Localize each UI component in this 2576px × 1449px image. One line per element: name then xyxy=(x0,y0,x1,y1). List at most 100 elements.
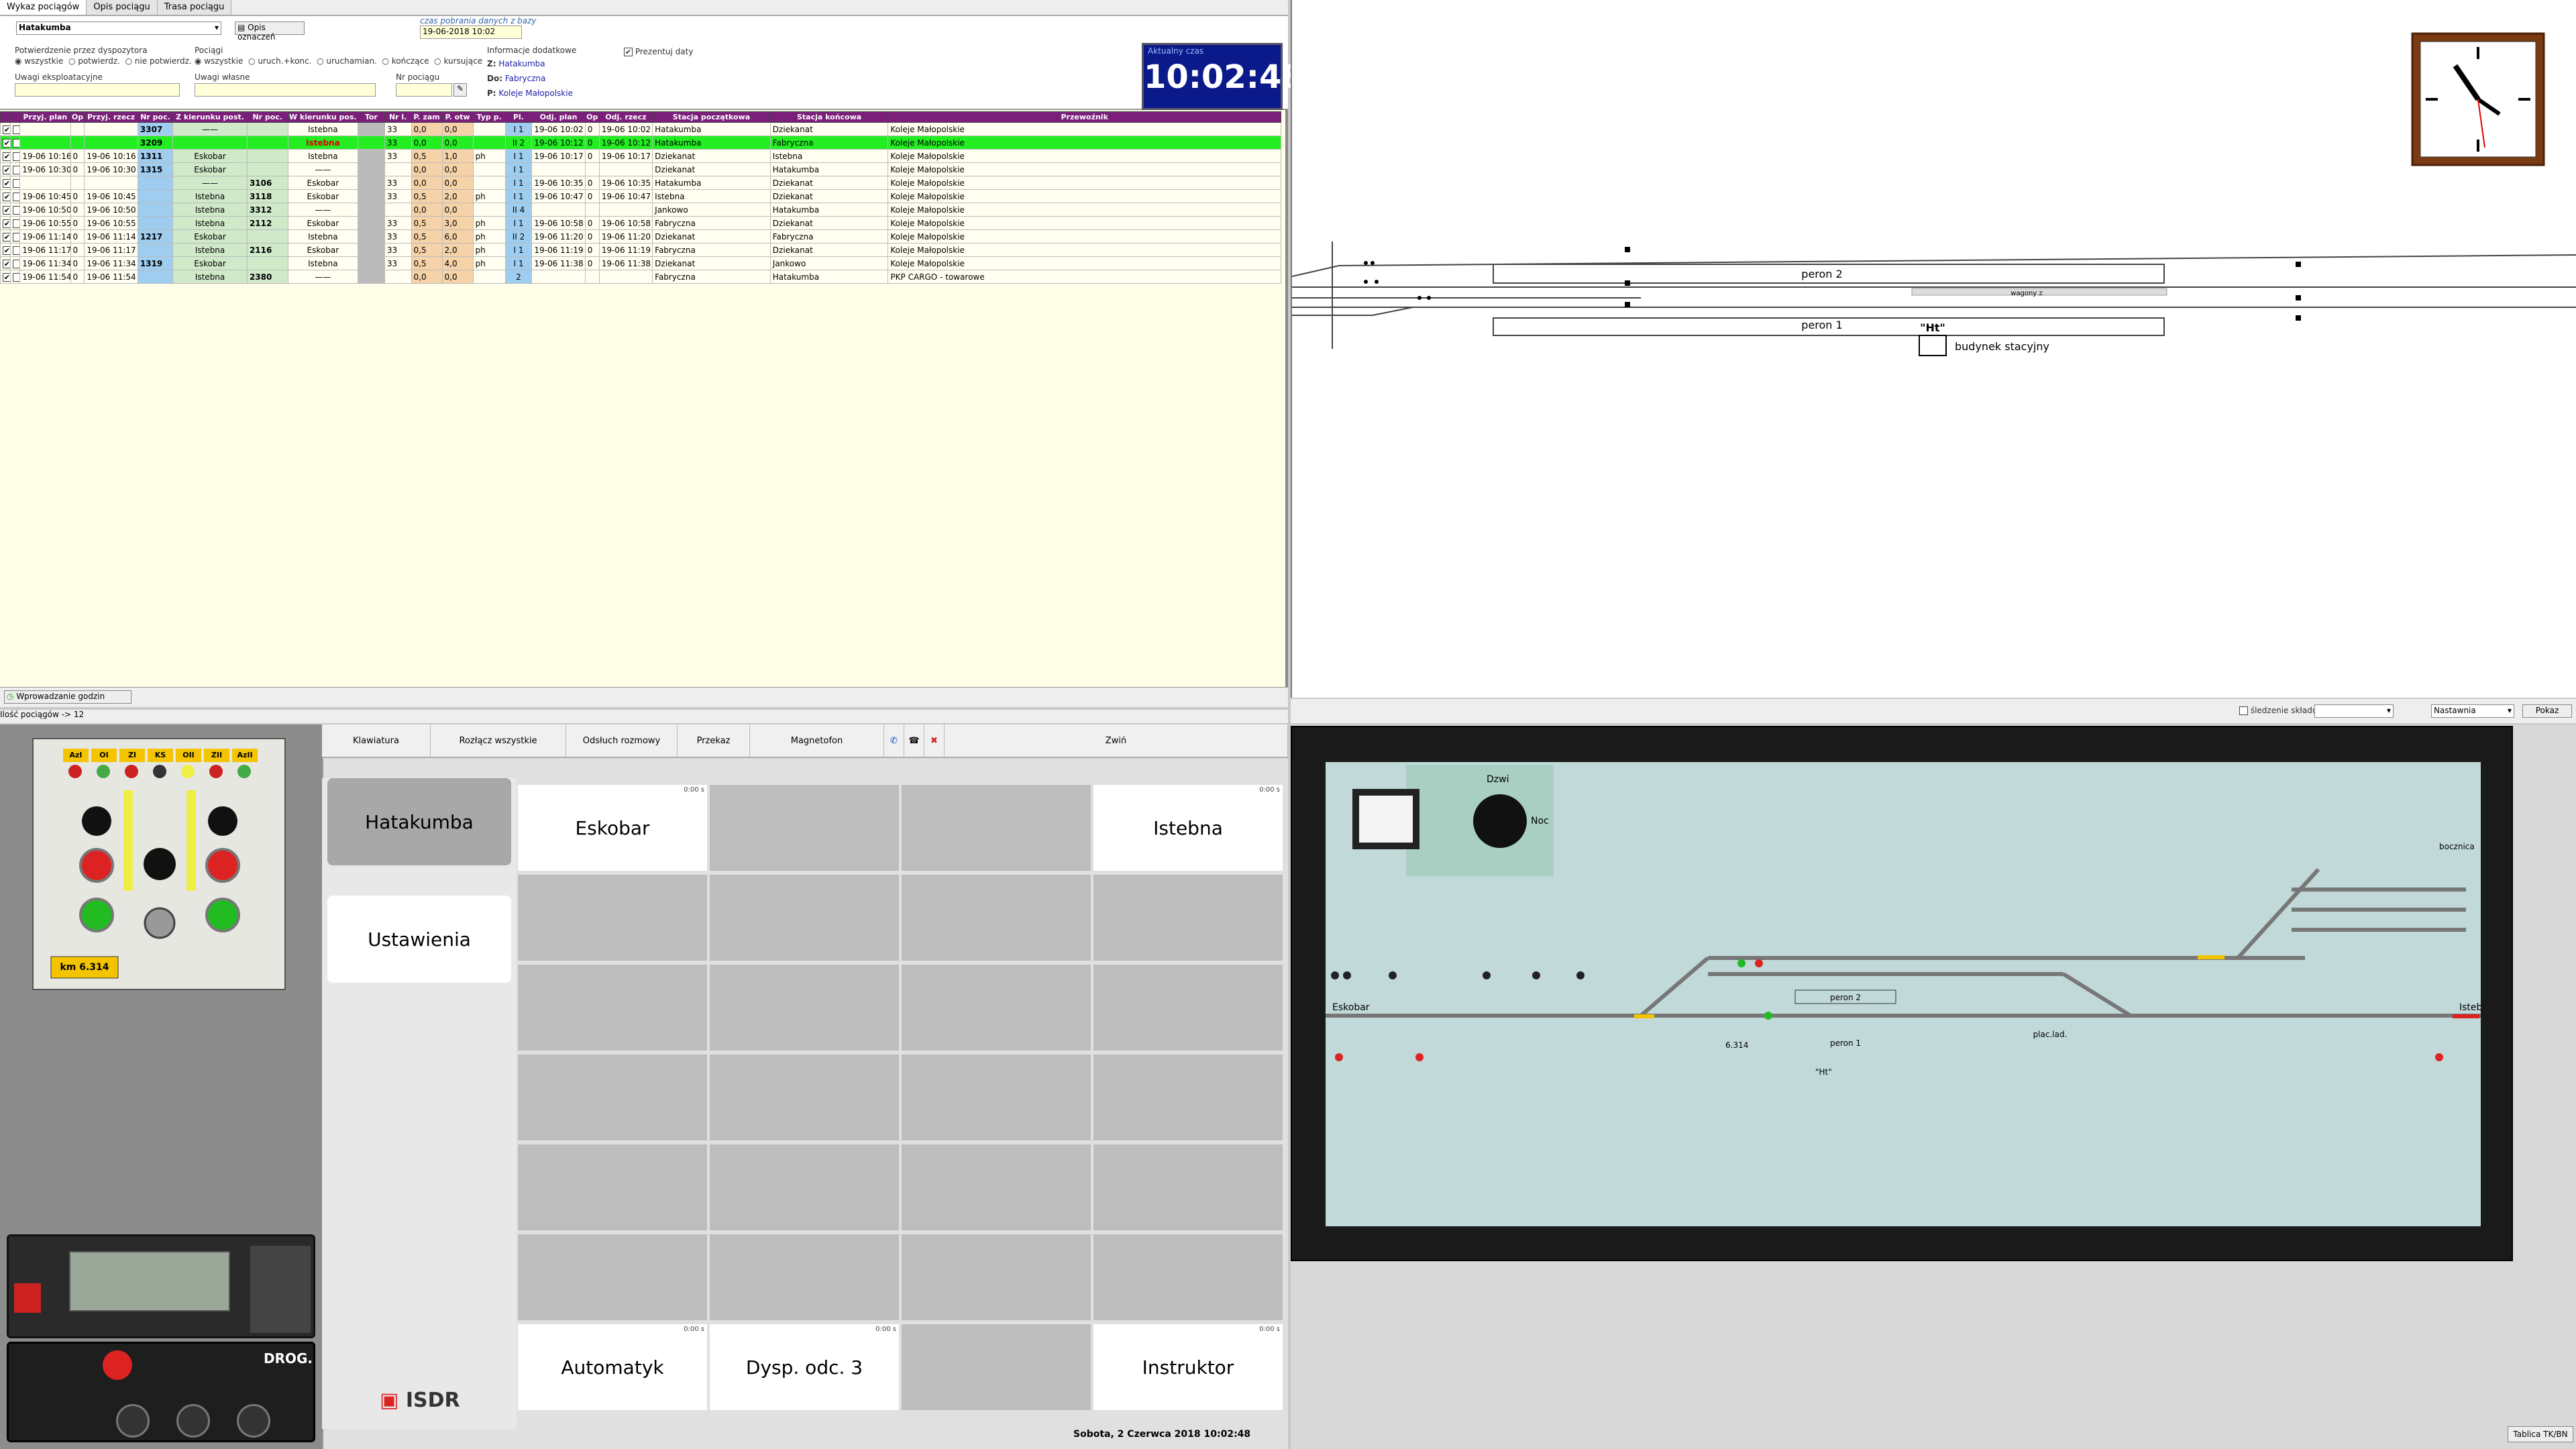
legend-button[interactable]: ▤ Opis oznaczeń xyxy=(235,21,305,42)
row-confirm-checkbox[interactable] xyxy=(0,149,11,163)
column-header[interactable]: Op xyxy=(70,111,85,123)
checkbox[interactable] xyxy=(3,205,10,215)
column-header[interactable]: Z kierunku post. xyxy=(172,111,248,123)
call-cell[interactable] xyxy=(902,875,1091,961)
green-button-right[interactable] xyxy=(205,898,240,932)
call-cell[interactable] xyxy=(710,1055,899,1140)
call-cell[interactable] xyxy=(902,785,1091,871)
prezentuj-daty-checkbox[interactable]: Prezentuj daty xyxy=(624,47,693,56)
red-button-right[interactable] xyxy=(205,848,240,883)
checkbox[interactable] xyxy=(3,219,10,228)
call-cell[interactable]: Instruktor 0:00 s xyxy=(1093,1324,1283,1410)
checkbox[interactable] xyxy=(3,259,10,268)
call-cell[interactable] xyxy=(1093,965,1283,1051)
column-header[interactable]: Odj. rzecz xyxy=(598,111,653,123)
row-select-checkbox[interactable] xyxy=(9,122,21,136)
row-confirm-checkbox[interactable] xyxy=(0,162,11,176)
handset-icon[interactable]: ✆ xyxy=(884,724,904,757)
radio-trains-all[interactable]: ◉ wszystkie xyxy=(195,56,243,66)
row-select-checkbox[interactable] xyxy=(9,216,21,230)
call-cell[interactable] xyxy=(1093,875,1283,961)
row-confirm-checkbox[interactable] xyxy=(0,256,11,270)
checkbox[interactable] xyxy=(12,219,19,228)
collapse-button[interactable]: Zwiń xyxy=(945,724,1288,757)
call-cell[interactable] xyxy=(1093,1144,1283,1230)
row-confirm-checkbox[interactable] xyxy=(0,229,11,244)
radio-keypad[interactable] xyxy=(250,1246,311,1333)
rotary-knob-right[interactable] xyxy=(208,806,237,836)
column-header[interactable]: Typ p. xyxy=(472,111,506,123)
call-cell[interactable] xyxy=(902,1055,1091,1140)
checkbox[interactable] xyxy=(3,178,10,188)
tab-train-list[interactable]: Wykaz pociągów xyxy=(0,0,87,15)
column-header[interactable]: Tor xyxy=(358,111,385,123)
row-select-checkbox[interactable] xyxy=(9,243,21,257)
table-row[interactable]: 19-06 10:45019-06 10:45Istebna3118Eskoba… xyxy=(0,189,1281,203)
call-cell[interactable] xyxy=(902,1324,1091,1410)
radio-trains-start-end[interactable]: ○ uruch.+konc. xyxy=(248,56,311,66)
table-row[interactable]: 19-06 11:34019-06 11:341319EskobarIstebn… xyxy=(0,256,1281,270)
checkbox[interactable] xyxy=(12,205,19,215)
row-confirm-checkbox[interactable] xyxy=(0,136,11,150)
checkbox[interactable] xyxy=(3,192,10,201)
checkbox[interactable] xyxy=(12,246,19,255)
emergency-button[interactable] xyxy=(14,1283,41,1313)
column-header[interactable]: Nr poc. xyxy=(137,111,174,123)
checkbox[interactable] xyxy=(3,138,10,148)
volume-knob-1[interactable] xyxy=(116,1404,150,1438)
call-cell[interactable]: Eskobar 0:00 s xyxy=(518,785,707,871)
checkbox[interactable] xyxy=(12,259,19,268)
row-select-checkbox[interactable] xyxy=(9,270,21,284)
table-row[interactable]: 3307——Istebna330,00,0I 119-06 10:02019-0… xyxy=(0,122,1281,136)
column-header[interactable]: Przyj. rzecz xyxy=(84,111,138,123)
call-cell[interactable] xyxy=(710,1144,899,1230)
call-cell[interactable] xyxy=(902,1234,1091,1320)
call-cell[interactable] xyxy=(710,1234,899,1320)
column-header[interactable]: Przewoźnik xyxy=(888,111,1281,123)
checkbox[interactable] xyxy=(12,192,19,201)
row-select-checkbox[interactable] xyxy=(9,162,21,176)
volume-knob-2[interactable] xyxy=(176,1404,210,1438)
column-header[interactable]: Stacja końcowa xyxy=(769,111,889,123)
checkbox[interactable] xyxy=(12,152,19,161)
keyboard-button[interactable]: Klawiatura xyxy=(322,724,431,757)
table-row[interactable]: 19-06 10:16019-06 10:161311EskobarIstebn… xyxy=(0,149,1281,163)
radio-trains-running[interactable]: ○ kursujące xyxy=(434,56,482,66)
row-select-checkbox[interactable] xyxy=(9,229,21,244)
column-header[interactable] xyxy=(0,111,11,123)
nastawnia-select[interactable]: Nastawnia ▾ xyxy=(2431,704,2514,718)
column-header[interactable]: P. zam xyxy=(411,111,443,123)
call-cell[interactable] xyxy=(710,965,899,1051)
row-confirm-checkbox[interactable] xyxy=(0,176,11,190)
call-cell[interactable] xyxy=(902,965,1091,1051)
red-button-left[interactable] xyxy=(79,848,114,883)
call-cell[interactable] xyxy=(1093,1234,1283,1320)
checkbox[interactable] xyxy=(3,272,10,282)
checkbox[interactable] xyxy=(12,125,19,134)
tab-train-description[interactable]: Opis pociągu xyxy=(87,0,158,15)
checkbox[interactable] xyxy=(3,152,10,161)
checkbox[interactable] xyxy=(12,272,19,282)
radio-trains-start[interactable]: ○ uruchamian. xyxy=(317,56,377,66)
row-select-checkbox[interactable] xyxy=(9,149,21,163)
call-cell[interactable] xyxy=(710,875,899,961)
column-header[interactable]: P. otw xyxy=(441,111,474,123)
column-header[interactable]: Stacja początkowa xyxy=(652,111,771,123)
radio-confirmed[interactable]: ○ potwierdz. xyxy=(68,56,120,66)
volume-knob-3[interactable] xyxy=(237,1404,270,1438)
phone-icon[interactable]: ☎ xyxy=(904,724,924,757)
column-header[interactable]: Nr l. xyxy=(384,111,412,123)
radio-not-confirmed[interactable]: ○ nie potwierdz. xyxy=(125,56,192,66)
call-cell[interactable] xyxy=(902,1144,1091,1230)
checkbox[interactable] xyxy=(3,232,10,241)
row-confirm-checkbox[interactable] xyxy=(0,122,11,136)
table-row[interactable]: 19-06 11:14019-06 11:141217EskobarIstebn… xyxy=(0,229,1281,244)
radio-all[interactable]: ◉ wszystkie xyxy=(15,56,63,66)
row-confirm-checkbox[interactable] xyxy=(0,189,11,203)
column-header[interactable]: Pl. xyxy=(504,111,533,123)
tablica-button[interactable]: Tablica TK/BN xyxy=(2508,1426,2573,1442)
row-select-checkbox[interactable] xyxy=(9,256,21,270)
column-header[interactable]: Odj. plan xyxy=(531,111,586,123)
checkbox[interactable] xyxy=(3,125,10,134)
radio-trains-end[interactable]: ○ kończące xyxy=(382,56,429,66)
